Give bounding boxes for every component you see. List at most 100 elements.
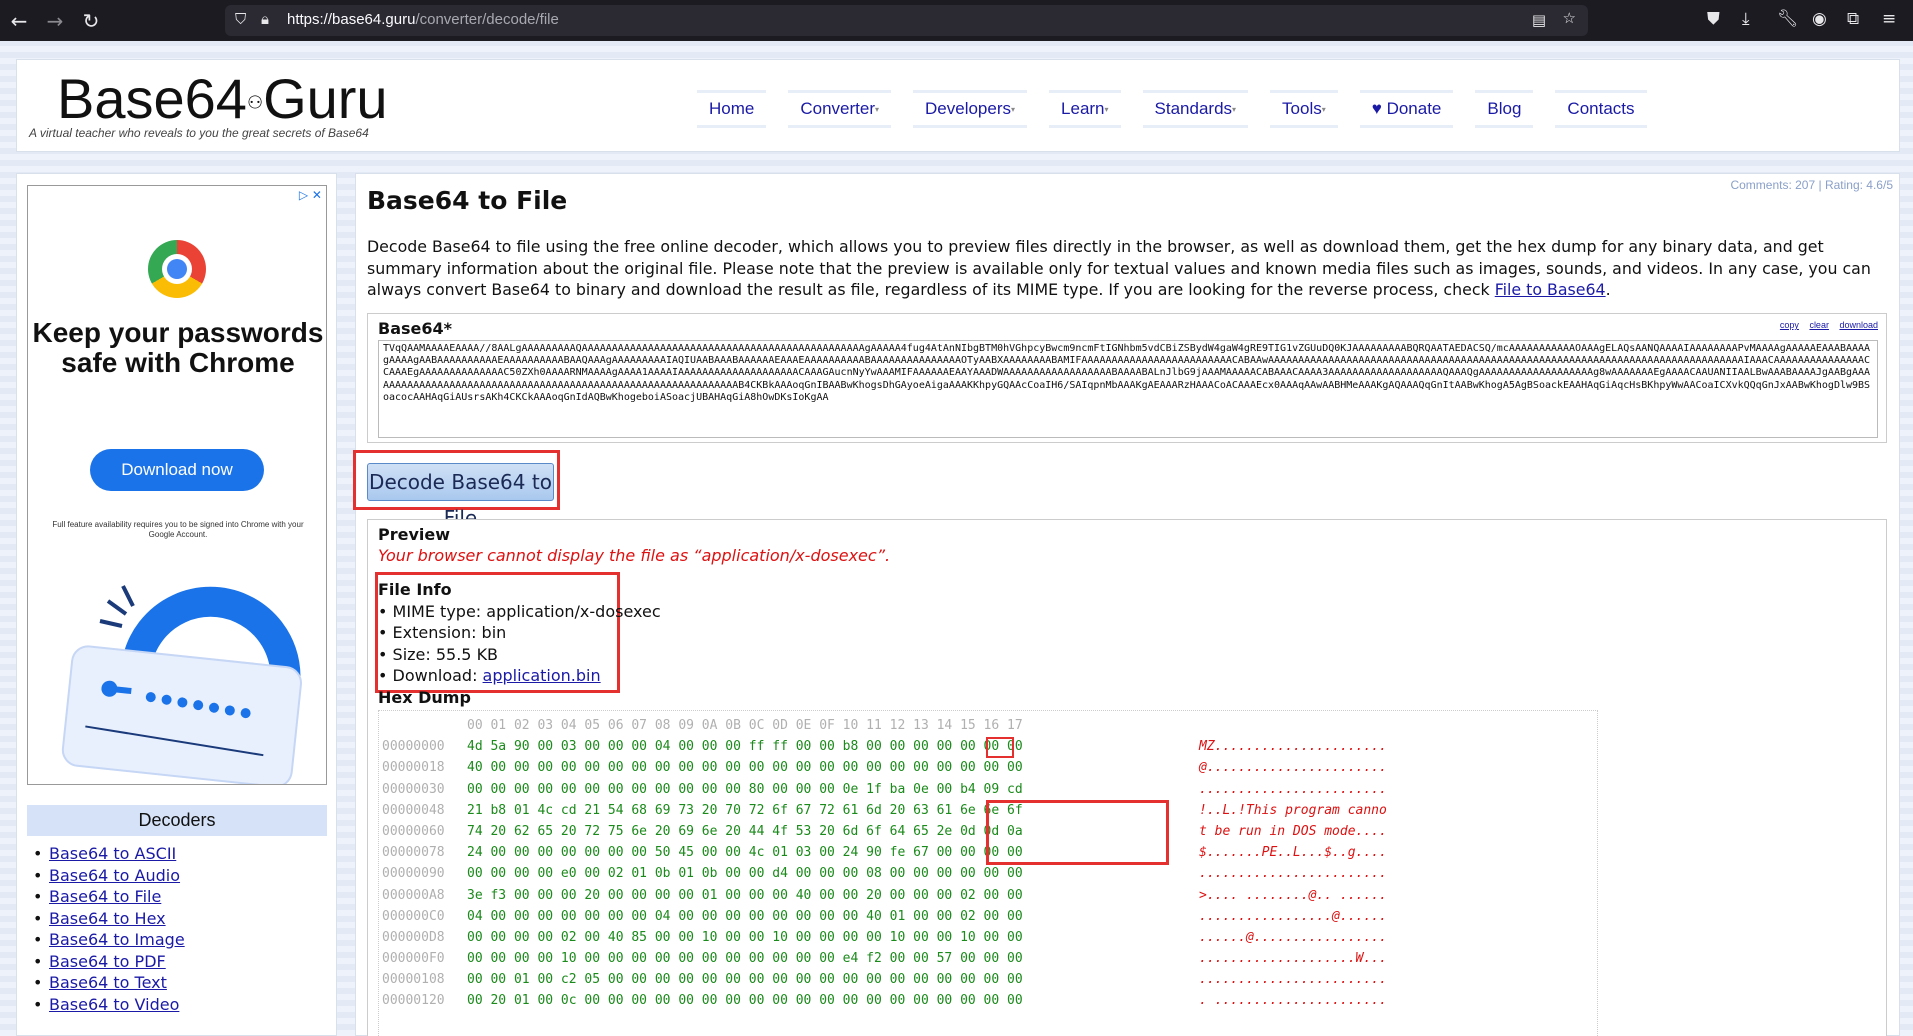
ad-fine-print: Full feature availability requires you t… xyxy=(52,520,304,539)
hex-row: 000000F0 00 00 00 00 10 00 00 00 00 00 00… xyxy=(382,951,1387,972)
adchoices-close-icon[interactable]: ▷ ✕ xyxy=(299,188,322,202)
application-bin-link[interactable]: application.bin xyxy=(483,666,601,685)
hex-dump-label: Hex Dump xyxy=(378,688,471,707)
nav-label: Developers xyxy=(925,99,1012,118)
hex-bytes: 40 00 00 00 00 00 00 00 00 00 00 00 00 0… xyxy=(467,760,1023,776)
hex-ascii: .................@...... xyxy=(1199,908,1387,924)
lock-icon[interactable]: 🔒︎ xyxy=(261,10,269,28)
reader-view-icon[interactable]: ▤ xyxy=(1532,11,1546,29)
input-actions: copy clear download xyxy=(1772,320,1878,330)
decoders-list: Base64 to ASCII Base64 to Audio Base64 t… xyxy=(33,843,185,1015)
file-to-base64-link[interactable]: File to Base64 xyxy=(1495,280,1606,299)
nav-developers[interactable]: Developers▾ xyxy=(913,90,1028,128)
bookmark-star-icon[interactable]: ☆ xyxy=(1563,9,1576,27)
output-panel: Preview Your browser cannot display the … xyxy=(367,519,1887,1036)
page-title: Base64 to File xyxy=(367,186,568,215)
clear-link[interactable]: clear xyxy=(1809,320,1829,330)
caret-down-icon: ▾ xyxy=(1104,105,1109,115)
decoder-link[interactable]: Base64 to Text xyxy=(33,972,185,994)
address-bar[interactable]: ⛉ 🔒︎ https://base64.guru/converter/decod… xyxy=(225,5,1588,36)
nav-converter[interactable]: Converter▾ xyxy=(788,90,892,128)
decoder-link[interactable]: Base64 to ASCII xyxy=(33,843,185,865)
hex-row: 00000078 24 00 00 00 00 00 00 00 50 45 00… xyxy=(382,845,1387,866)
decoder-link[interactable]: Base64 to Video xyxy=(33,994,185,1016)
hex-offset: 00000048 xyxy=(382,802,445,818)
file-info-list: MIME type: application/x-dosexec Extensi… xyxy=(378,601,661,687)
site-tagline: A virtual teacher who reveals to you the… xyxy=(29,126,369,140)
shield-icon[interactable]: ⛉ xyxy=(235,10,246,28)
nav-learn[interactable]: Learn▾ xyxy=(1049,90,1121,128)
mime-type: MIME type: application/x-dosexec xyxy=(378,601,661,622)
menu-icon[interactable]: ≡ xyxy=(1882,9,1896,29)
nav-label: Standards xyxy=(1154,99,1233,118)
ad-banner[interactable]: ▷ ✕ Keep your passwords safe with Chrome… xyxy=(27,185,327,785)
nav-blog[interactable]: Blog xyxy=(1475,90,1534,128)
reload-icon[interactable]: ↻ xyxy=(78,8,104,34)
chrome-icon xyxy=(148,240,206,298)
nav-tools[interactable]: Tools▾ xyxy=(1270,90,1338,128)
ad-download-button[interactable]: Download now xyxy=(90,449,264,491)
pocket-icon[interactable]: ⛊ xyxy=(1707,9,1720,29)
decoders-heading: Decoders xyxy=(27,805,327,836)
nav-label: Blog xyxy=(1487,99,1522,118)
nav-label: Home xyxy=(709,99,755,118)
hex-row: 000000D8 00 00 00 00 02 00 40 85 00 00 10… xyxy=(382,930,1387,951)
nav-contacts[interactable]: Contacts xyxy=(1555,90,1647,128)
hex-offset: 00000018 xyxy=(382,760,445,776)
hex-bytes: 00 00 00 00 10 00 00 00 00 00 00 00 00 0… xyxy=(467,951,1023,967)
extension: Extension: bin xyxy=(378,622,661,643)
decoder-link[interactable]: Base64 to File xyxy=(33,886,185,908)
url-host: https://base64.guru xyxy=(287,11,416,28)
hex-ascii: ........................ xyxy=(1199,781,1387,797)
hex-offset: 00000108 xyxy=(382,972,445,988)
tools-wrench-icon[interactable]: 🔧︎ xyxy=(1777,9,1799,29)
browser-toolbar: ← → ↻ ⛉ 🔒︎ https://base64.guru/converter… xyxy=(0,0,1913,41)
base64-textarea[interactable]: TVqQAAMAAAAEAAAA//8AALgAAAAAAAAAQAAAAAAA… xyxy=(378,340,1878,438)
decoder-link[interactable]: Base64 to Image xyxy=(33,929,185,951)
hex-ascii: @....................... xyxy=(1199,760,1387,776)
logo-text: Base64 xyxy=(57,67,247,130)
caret-down-icon: ▾ xyxy=(1011,105,1016,115)
url-text[interactable]: https://base64.guru/converter/decode/fil… xyxy=(287,11,559,28)
guru-figure-icon: ⚇ xyxy=(246,92,264,113)
ad-headline: Keep your passwords safe with Chrome xyxy=(32,317,324,378)
back-icon[interactable]: ← xyxy=(6,8,32,34)
sidebar: ▷ ✕ Keep your passwords safe with Chrome… xyxy=(16,173,337,1036)
nav-donate[interactable]: ♥ Donate xyxy=(1359,90,1454,128)
copy-link[interactable]: copy xyxy=(1780,320,1799,330)
intro-paragraph: Decode Base64 to file using the free onl… xyxy=(367,236,1877,301)
hex-ascii: $.......PE..L...$..g.... xyxy=(1199,845,1387,861)
hex-row: 00000018 40 00 00 00 00 00 00 00 00 00 00… xyxy=(382,760,1387,781)
hex-dump: 00 01 02 03 04 05 06 07 08 09 0A 0B 0C 0… xyxy=(378,710,1598,1036)
base64-input-panel: Base64* copy clear download TVqQAAMAAAAE… xyxy=(367,313,1887,443)
forward-icon[interactable]: → xyxy=(42,8,68,34)
hex-ascii: MZ...................... xyxy=(1199,739,1387,755)
hex-offset: 00000078 xyxy=(382,845,445,861)
site-header: Base64⚇Guru A virtual teacher who reveal… xyxy=(16,59,1900,152)
hex-ascii: ........................ xyxy=(1199,866,1387,882)
hex-offset: 00000120 xyxy=(382,993,445,1009)
hex-ascii: ........................ xyxy=(1199,972,1387,988)
decoder-link[interactable]: Base64 to Audio xyxy=(33,865,185,887)
hex-row: 00000000 4d 5a 90 00 03 00 00 00 04 00 00… xyxy=(382,739,1387,760)
account-icon[interactable]: ◉ xyxy=(1812,9,1827,29)
nav-label: Converter xyxy=(800,99,875,118)
hex-offset: 000000C0 xyxy=(382,908,445,924)
nav-standards[interactable]: Standards▾ xyxy=(1142,90,1249,128)
hex-bytes: 4d 5a 90 00 03 00 00 00 04 00 00 00 ff f… xyxy=(467,739,1023,755)
site-logo[interactable]: Base64⚇Guru xyxy=(57,66,388,131)
comments-rating[interactable]: Comments: 207 | Rating: 4.6/5 xyxy=(1730,178,1893,192)
decoder-link[interactable]: Base64 to Hex xyxy=(33,908,185,930)
decode-button[interactable]: Decode Base64 to File xyxy=(367,463,554,530)
hex-offset: 00000000 xyxy=(382,739,445,755)
hex-bytes: 00 00 00 00 e0 00 02 01 0b 01 0b 00 00 d… xyxy=(467,866,1023,882)
hex-offset: 000000F0 xyxy=(382,951,445,967)
url-path: /converter/decode/file xyxy=(415,11,559,28)
downloads-icon[interactable]: ⤓ xyxy=(1742,9,1750,29)
main-nav: Home Converter▾ Developers▾ Learn▾ Stand… xyxy=(697,90,1669,128)
download-link[interactable]: download xyxy=(1839,320,1878,330)
extensions-icon[interactable]: ⧉ xyxy=(1847,9,1859,29)
decoder-link[interactable]: Base64 to PDF xyxy=(33,951,185,973)
hex-row: 00000108 00 00 01 00 c2 05 00 00 00 00 00… xyxy=(382,972,1387,993)
nav-home[interactable]: Home xyxy=(697,90,767,128)
